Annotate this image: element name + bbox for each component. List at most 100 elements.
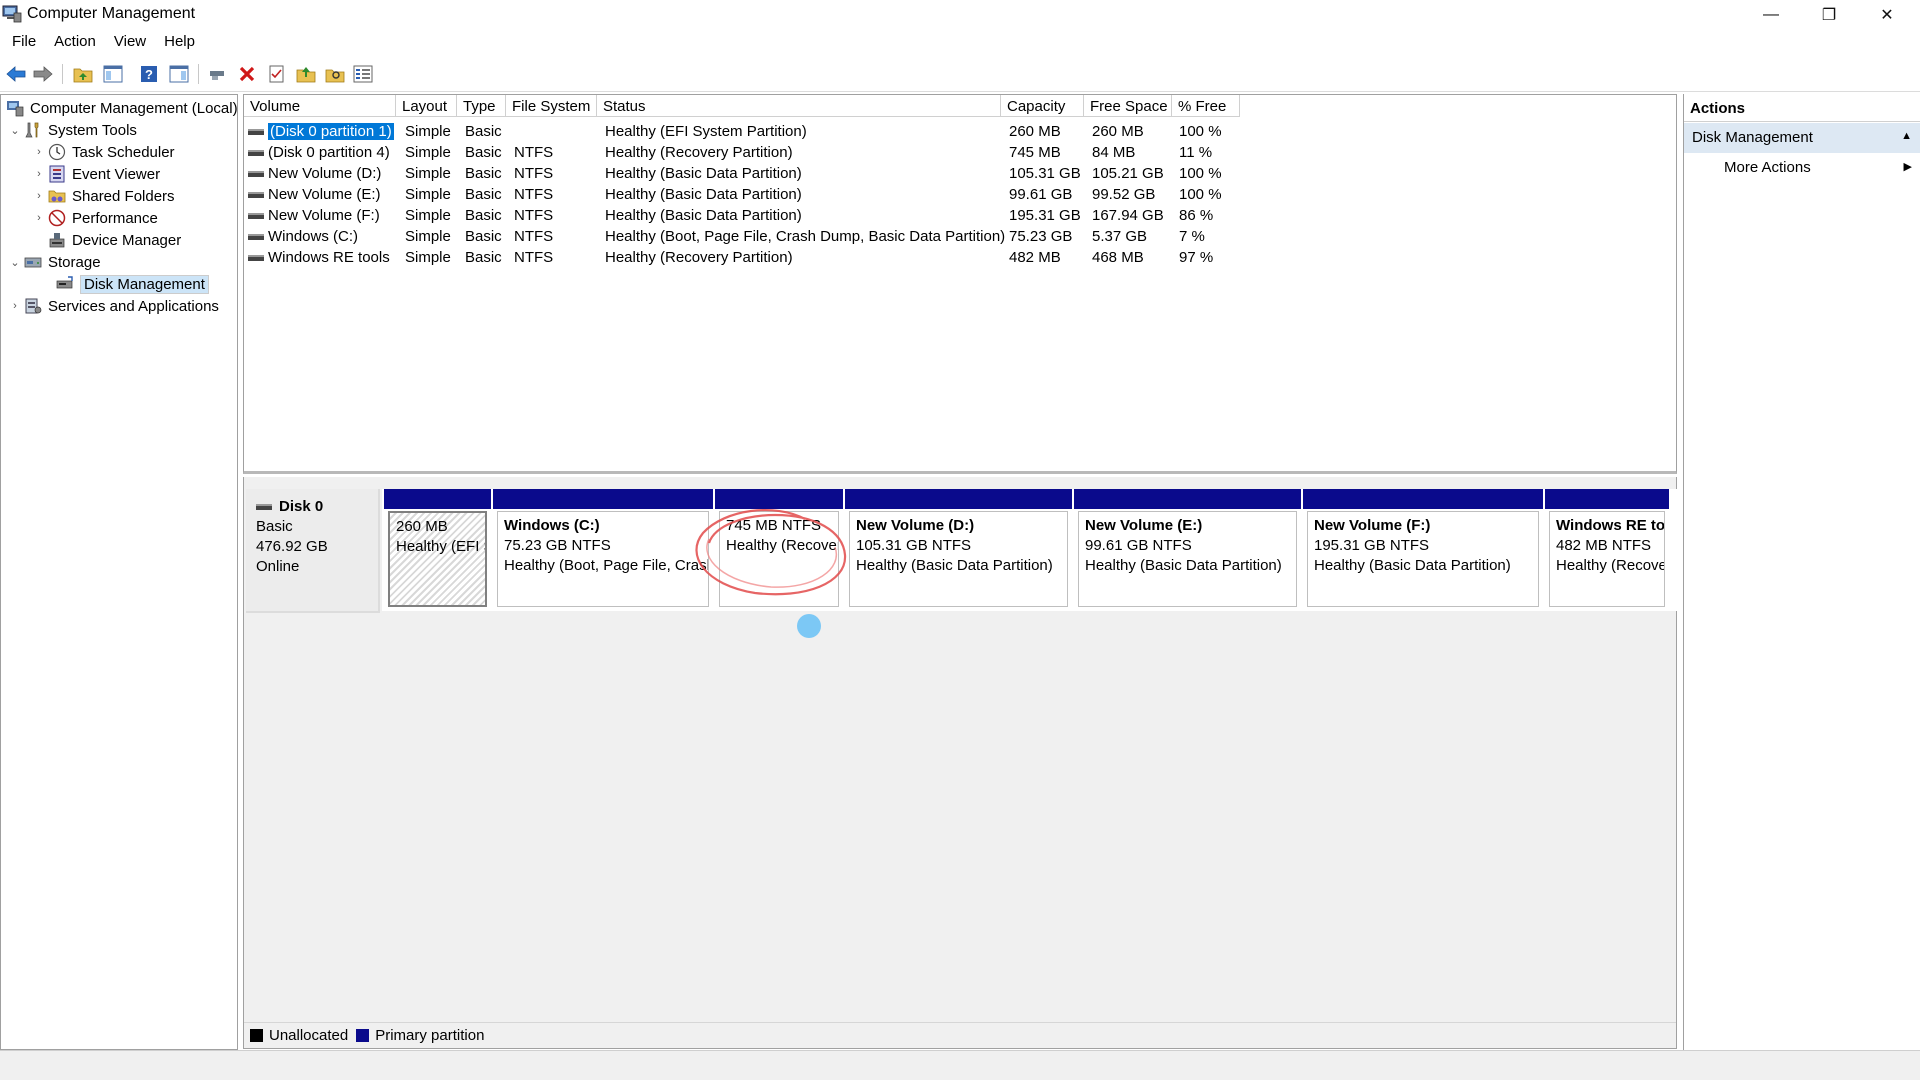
tree-label: Event Viewer [72, 165, 161, 183]
delete-icon[interactable] [236, 63, 258, 85]
primary-partition-swatch [356, 1029, 370, 1042]
column-header-status[interactable]: Status [597, 95, 1001, 117]
up-folder-icon[interactable] [72, 63, 94, 85]
chevron-right-icon[interactable]: › [31, 168, 47, 180]
chevron-right-icon[interactable]: › [7, 300, 23, 312]
tree-label: System Tools [48, 121, 137, 139]
legend-unallocated: Unallocated [269, 1027, 349, 1044]
partition-new-volume-d[interactable]: New Volume (D:) 105.31 GB NTFS Healthy (… [845, 489, 1072, 611]
tree-node-performance[interactable]: › Performance [31, 207, 158, 229]
toolbar: ? [0, 56, 1920, 92]
tree-node-root[interactable]: Computer Management (Local) [5, 97, 238, 119]
show-hide-tree-icon[interactable] [102, 63, 124, 85]
tree-node-device-manager[interactable]: Device Manager [47, 229, 181, 251]
connect-icon[interactable] [207, 63, 229, 85]
menu-file[interactable]: File [12, 30, 48, 55]
close-button[interactable]: ✕ [1858, 0, 1916, 30]
forward-arrow-icon[interactable] [32, 63, 54, 85]
fs-cell: NTFS [514, 207, 554, 224]
tree-node-disk-management[interactable]: Disk Management [55, 273, 209, 295]
partition-windows-re-tools[interactable]: Windows RE to 482 MB NTFS Healthy (Recov… [1545, 489, 1669, 611]
performance-icon [47, 209, 67, 227]
status-cell: Healthy (Basic Data Partition) [605, 186, 802, 203]
column-header-percent-free[interactable]: % Free [1172, 95, 1240, 117]
layout-cell: Simple [405, 165, 451, 182]
tree-node-system-tools[interactable]: ⌄ System Tools [7, 119, 137, 141]
percent-free-cell: 11 % [1179, 144, 1213, 161]
percent-free-cell: 97 % [1179, 249, 1214, 266]
volume-icon [248, 254, 264, 261]
chevron-down-icon[interactable]: ⌄ [7, 256, 23, 269]
tree-node-shared-folders[interactable]: › Shared Folders [31, 185, 175, 207]
disk-size: 476.92 GB [256, 538, 328, 555]
column-header-type[interactable]: Type [457, 95, 506, 117]
tree-label: Disk Management [80, 274, 209, 294]
properties-icon[interactable] [266, 63, 288, 85]
partition-windows-c[interactable]: Windows (C:) 75.23 GB NTFS Healthy (Boot… [493, 489, 713, 611]
more-actions-item[interactable]: More Actions ▶ [1684, 153, 1920, 183]
tree-label: Storage [48, 253, 101, 271]
actions-section-disk-management[interactable]: Disk Management ▲ [1684, 123, 1920, 153]
capacity-cell: 482 MB [1009, 249, 1061, 266]
find-icon[interactable] [324, 63, 346, 85]
minimize-button[interactable]: — [1742, 0, 1800, 30]
legend: Unallocated Primary partition [244, 1022, 1676, 1048]
partition-strip: 260 MB Healthy (EFI S Windows (C:) 75.23… [382, 489, 1677, 611]
column-header-free-space[interactable]: Free Space [1084, 95, 1172, 117]
import-icon[interactable] [295, 63, 317, 85]
collapse-up-icon[interactable]: ▲ [1901, 130, 1912, 142]
percent-free-cell: 100 % [1179, 123, 1222, 140]
type-cell: Basic [465, 165, 502, 182]
volume-icon [248, 212, 264, 219]
free-space-cell: 99.52 GB [1092, 186, 1156, 203]
chevron-right-icon[interactable]: › [31, 190, 47, 202]
partition-new-volume-f[interactable]: New Volume (F:) 195.31 GB NTFS Healthy (… [1303, 489, 1543, 611]
layout-cell: Simple [405, 207, 451, 224]
percent-free-cell: 86 % [1179, 207, 1214, 224]
partition-efi[interactable]: 260 MB Healthy (EFI S [384, 489, 491, 611]
chevron-right-icon[interactable]: › [31, 212, 47, 224]
capacity-cell: 260 MB [1009, 123, 1061, 140]
table-row[interactable]: (Disk 0 partition 1) Simple Basic Health… [244, 121, 1244, 142]
partition-size: 745 MB NTFS [726, 517, 822, 534]
partition-recovery[interactable]: 745 MB NTFS Healthy (Recover [715, 489, 843, 611]
volume-name: (Disk 0 partition 4) [268, 144, 390, 161]
tree-node-task-scheduler[interactable]: › Task Scheduler [31, 141, 175, 163]
tree-node-storage[interactable]: ⌄ Storage [7, 251, 101, 273]
tree-label: Task Scheduler [72, 143, 175, 161]
type-cell: Basic [465, 123, 502, 140]
layout-cell: Simple [405, 144, 451, 161]
table-row[interactable]: New Volume (D:) Simple Basic NTFS Health… [244, 163, 1244, 184]
tree-node-services[interactable]: › Services and Applications [7, 295, 219, 317]
type-cell: Basic [465, 144, 502, 161]
partition-size: 195.31 GB NTFS [1314, 537, 1430, 554]
tree-label: Shared Folders [72, 187, 175, 205]
help-icon[interactable]: ? [138, 63, 160, 85]
column-header-layout[interactable]: Layout [396, 95, 457, 117]
table-row[interactable]: Windows RE tools Simple Basic NTFS Healt… [244, 247, 1244, 268]
menu-view[interactable]: View [114, 30, 158, 55]
partition-new-volume-e[interactable]: New Volume (E:) 99.61 GB NTFS Healthy (B… [1074, 489, 1301, 611]
list-view-icon[interactable] [352, 63, 374, 85]
show-hide-action-pane-icon[interactable] [168, 63, 190, 85]
status-cell: Healthy (Boot, Page File, Crash Dump, Ba… [605, 228, 1006, 245]
table-row[interactable]: Windows (C:) Simple Basic NTFS Healthy (… [244, 226, 1244, 247]
partition-size: 99.61 GB NTFS [1085, 537, 1192, 554]
partition-size: 105.31 GB NTFS [856, 537, 972, 554]
chevron-down-icon[interactable]: ⌄ [7, 124, 23, 137]
menu-help[interactable]: Help [164, 30, 207, 55]
disk-info[interactable]: Disk 0 Basic 476.92 GB Online [246, 489, 380, 613]
table-row[interactable]: New Volume (E:) Simple Basic NTFS Health… [244, 184, 1244, 205]
chevron-right-icon[interactable]: › [31, 146, 47, 158]
menu-action[interactable]: Action [54, 30, 108, 55]
column-header-volume[interactable]: Volume [244, 95, 396, 117]
status-cell: Healthy (Recovery Partition) [605, 144, 793, 161]
table-row[interactable]: New Volume (F:) Simple Basic NTFS Health… [244, 205, 1244, 226]
column-header-file-system[interactable]: File System [506, 95, 597, 117]
column-header-capacity[interactable]: Capacity [1001, 95, 1084, 117]
table-row[interactable]: (Disk 0 partition 4) Simple Basic NTFS H… [244, 142, 1244, 163]
back-arrow-icon[interactable] [5, 63, 27, 85]
restore-button[interactable]: ❐ [1800, 0, 1858, 30]
status-cell: Healthy (Basic Data Partition) [605, 165, 802, 182]
tree-node-event-viewer[interactable]: › Event Viewer [31, 163, 160, 185]
